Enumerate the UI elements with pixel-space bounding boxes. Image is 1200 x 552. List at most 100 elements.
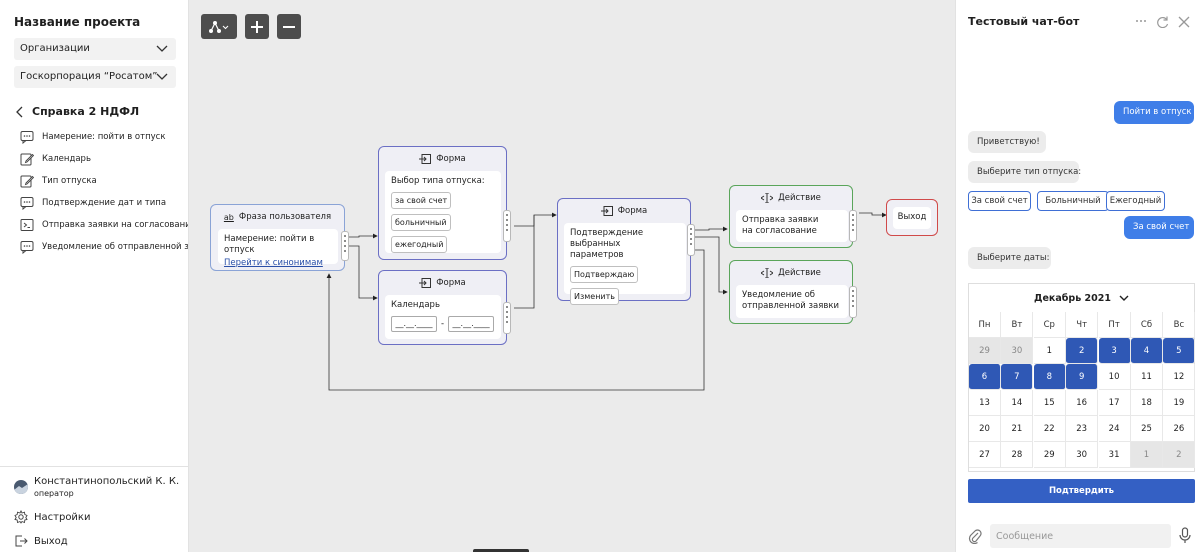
- output-port[interactable]: [341, 231, 349, 261]
- terminal-icon: [20, 219, 34, 231]
- sidebar-item-send-request[interactable]: Отправка заявки на согласование: [20, 218, 188, 232]
- flow-canvas[interactable]: ab Фраза пользователя Намерение: пойти в…: [189, 0, 955, 552]
- synonyms-link[interactable]: Перейти к синонимам: [224, 258, 332, 269]
- date-to-field[interactable]: __.__.____: [448, 316, 495, 332]
- sidebar-item-notification[interactable]: Уведомление об отправленной заявке: [20, 240, 188, 254]
- form-node-card: Подтверждение выбранных параметров Подтв…: [564, 223, 686, 305]
- chevron-down-icon: [1119, 295, 1129, 301]
- output-port[interactable]: [687, 224, 695, 256]
- option-annual[interactable]: Ежегодный: [1106, 191, 1165, 211]
- calendar-day[interactable]: 18: [1131, 390, 1163, 416]
- calendar-day[interactable]: 4: [1131, 338, 1163, 364]
- phrase-intent: Намерение: пойти в отпуск: [224, 234, 315, 255]
- calendar-day[interactable]: 22: [1033, 416, 1066, 442]
- form-node-leave-type[interactable]: Форма Выбор типа отпуска: за свой счет б…: [378, 146, 507, 260]
- sidebar-item-confirmation[interactable]: Подтверждение дат и типа: [20, 196, 188, 210]
- microphone-icon[interactable]: [1179, 527, 1191, 544]
- organization-select[interactable]: Организации: [14, 38, 176, 60]
- attach-icon[interactable]: [968, 528, 982, 544]
- bot-message: Приветствую!: [968, 131, 1046, 153]
- action-text: Отправка заявки на согласование: [742, 215, 819, 236]
- calendar-day[interactable]: 9: [1066, 364, 1099, 390]
- calendar-day[interactable]: 19: [1163, 390, 1196, 416]
- calendar-weekday: Сб: [1131, 312, 1163, 338]
- confirm-chip[interactable]: Подтверждаю: [570, 266, 639, 283]
- calendar-day[interactable]: 2: [1163, 442, 1196, 468]
- date-from-field[interactable]: __.__.____: [391, 316, 437, 332]
- user-profile[interactable]: Константинопольский К. К. оператор: [14, 476, 179, 498]
- calendar-day[interactable]: 27: [969, 442, 1001, 468]
- sidebar-item-label: Календарь: [42, 154, 91, 164]
- sidebar-item-leave-type[interactable]: Тип отпуска: [20, 174, 188, 188]
- calendar-day[interactable]: 3: [1098, 338, 1131, 364]
- organization-value-select[interactable]: Госкорпорация “Росатом”: [14, 66, 176, 88]
- output-port[interactable]: [503, 210, 511, 242]
- avatar: [14, 480, 28, 494]
- option-chip-sick-leave[interactable]: больничный: [391, 214, 451, 231]
- action-node-send-request[interactable]: Действие Отправка заявки на согласование: [729, 185, 853, 248]
- calendar-day[interactable]: 25: [1131, 416, 1163, 442]
- option-own-expense[interactable]: За свой счет: [968, 191, 1031, 211]
- calendar-month-selector[interactable]: Декабрь 2021: [969, 284, 1194, 312]
- calendar-day[interactable]: 2: [1066, 338, 1099, 364]
- calendar-day[interactable]: 14: [1001, 390, 1034, 416]
- calendar-day[interactable]: 29: [969, 338, 1001, 364]
- form-node-title: Форма: [436, 278, 466, 288]
- calendar-day[interactable]: 15: [1033, 390, 1066, 416]
- calendar-day[interactable]: 20: [969, 416, 1001, 442]
- calendar-day[interactable]: 6: [969, 364, 1001, 390]
- text-ab-icon: ab: [223, 212, 234, 222]
- phrase-node-title: Фраза пользователя: [238, 212, 332, 222]
- calendar-day[interactable]: 30: [1001, 338, 1034, 364]
- calendar-day[interactable]: 21: [1001, 416, 1034, 442]
- calendar-day[interactable]: 29: [1033, 442, 1066, 468]
- phrase-node-header: ab Фраза пользователя: [211, 212, 344, 222]
- calendar-day[interactable]: 16: [1066, 390, 1099, 416]
- sidebar-item-intent[interactable]: Намерение: пойти в отпуск: [20, 130, 188, 144]
- option-chip-annual[interactable]: ежегодный: [391, 236, 448, 253]
- calendar-day[interactable]: 31: [1098, 442, 1131, 468]
- calendar-day[interactable]: 11: [1131, 364, 1163, 390]
- exit-node[interactable]: Выход: [886, 199, 938, 236]
- action-node-notification[interactable]: Действие Уведомление об отправленной зая…: [729, 260, 853, 324]
- calendar-day[interactable]: 23: [1066, 416, 1099, 442]
- close-icon[interactable]: [1178, 16, 1190, 28]
- option-sick-leave[interactable]: Больничный: [1037, 191, 1109, 211]
- logout-link[interactable]: Выход: [14, 534, 68, 548]
- message-input[interactable]: [990, 524, 1171, 548]
- form-node-calendar[interactable]: Форма Календарь __.__.____ - __.__.____: [378, 270, 507, 345]
- form-node-header: Форма: [379, 278, 506, 288]
- bot-message: Выберите тип отпуска:: [968, 161, 1081, 183]
- form-node-confirmation[interactable]: Форма Подтверждение выбранных параметров…: [557, 198, 691, 305]
- calendar-day[interactable]: 7: [1001, 364, 1034, 390]
- chat-title: Тестовый чат-бот: [968, 15, 1080, 28]
- calendar-day[interactable]: 26: [1163, 416, 1196, 442]
- calendar-day[interactable]: 10: [1098, 364, 1131, 390]
- calendar-day[interactable]: 5: [1163, 338, 1196, 364]
- calendar-label: Календарь: [391, 300, 440, 310]
- output-port[interactable]: [849, 210, 857, 242]
- calendar-day[interactable]: 1: [1033, 338, 1066, 364]
- sidebar-item-calendar[interactable]: Календарь: [20, 152, 188, 166]
- settings-link[interactable]: Настройки: [14, 510, 90, 524]
- calendar-day[interactable]: 17: [1098, 390, 1131, 416]
- output-port[interactable]: [849, 286, 857, 318]
- output-port[interactable]: [503, 302, 511, 334]
- option-chip-own-expense[interactable]: за свой счет: [391, 192, 452, 209]
- calendar-day[interactable]: 1: [1131, 442, 1163, 468]
- change-chip[interactable]: Изменить: [570, 288, 619, 305]
- more-icon[interactable]: [1135, 19, 1147, 23]
- action-node-card: Уведомление об отправленной заявки: [736, 285, 848, 318]
- confirm-button[interactable]: Подтвердить: [968, 479, 1195, 503]
- calendar-day[interactable]: 8: [1033, 364, 1066, 390]
- calendar-day[interactable]: 24: [1098, 416, 1131, 442]
- calendar-day[interactable]: 12: [1163, 364, 1196, 390]
- refresh-icon[interactable]: [1157, 16, 1169, 28]
- back-to-scenario[interactable]: Справка 2 НДФЛ: [16, 105, 139, 118]
- form-node-card: Выбор типа отпуска: за свой счет больнич…: [385, 171, 501, 253]
- calendar-day[interactable]: 28: [1001, 442, 1034, 468]
- form-node-card: Календарь __.__.____ - __.__.____: [385, 295, 501, 339]
- calendar-day[interactable]: 13: [969, 390, 1001, 416]
- calendar-day[interactable]: 30: [1066, 442, 1099, 468]
- phrase-node[interactable]: ab Фраза пользователя Намерение: пойти в…: [210, 204, 345, 271]
